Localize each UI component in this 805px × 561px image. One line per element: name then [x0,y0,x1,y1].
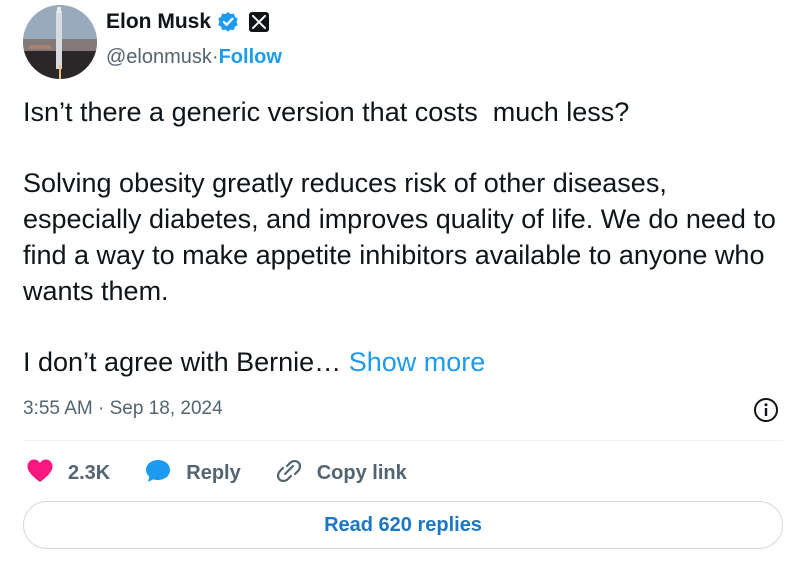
copy-link-button[interactable]: Copy link [275,458,407,489]
heart-icon [26,458,54,489]
reply-button[interactable]: Reply [144,458,241,489]
tweet-timestamp[interactable]: 3:55 AM · Sep 18, 2024 [23,398,223,420]
tweet-paragraph-truncated: I don’t agree with Bernie… Show more [23,344,783,380]
reply-label: Reply [186,461,241,484]
link-icon [275,458,303,489]
verified-badge-icon [217,11,239,33]
divider [23,440,783,441]
follow-button[interactable]: Follow [219,46,282,69]
author-handle[interactable]: @elonmusk [106,46,212,69]
like-button[interactable]: 2.3K [26,458,110,489]
read-replies-button[interactable]: Read 620 replies [23,501,783,549]
show-more-link[interactable]: Show more [349,347,486,377]
info-icon[interactable] [753,397,779,423]
avatar[interactable] [23,5,97,79]
reply-bubble-icon [144,458,172,489]
tweet-paragraph-text: I don’t agree with Bernie… [23,347,349,377]
copy-link-label: Copy link [316,461,407,484]
tweet-text: Isn’t there a generic version that costs… [23,94,783,380]
action-bar: 2.3K Reply Copy link [26,458,441,488]
read-replies-label: Read 620 replies [324,513,482,536]
like-count: 2.3K [68,461,111,484]
x-logo-icon [249,12,270,32]
tweet-paragraph: Isn’t there a generic version that costs… [23,97,630,127]
author-name[interactable]: Elon Musk [106,10,211,34]
handle-separator: · [211,46,219,68]
tweet-paragraph: Solving obesity greatly reduces risk of … [23,168,784,306]
